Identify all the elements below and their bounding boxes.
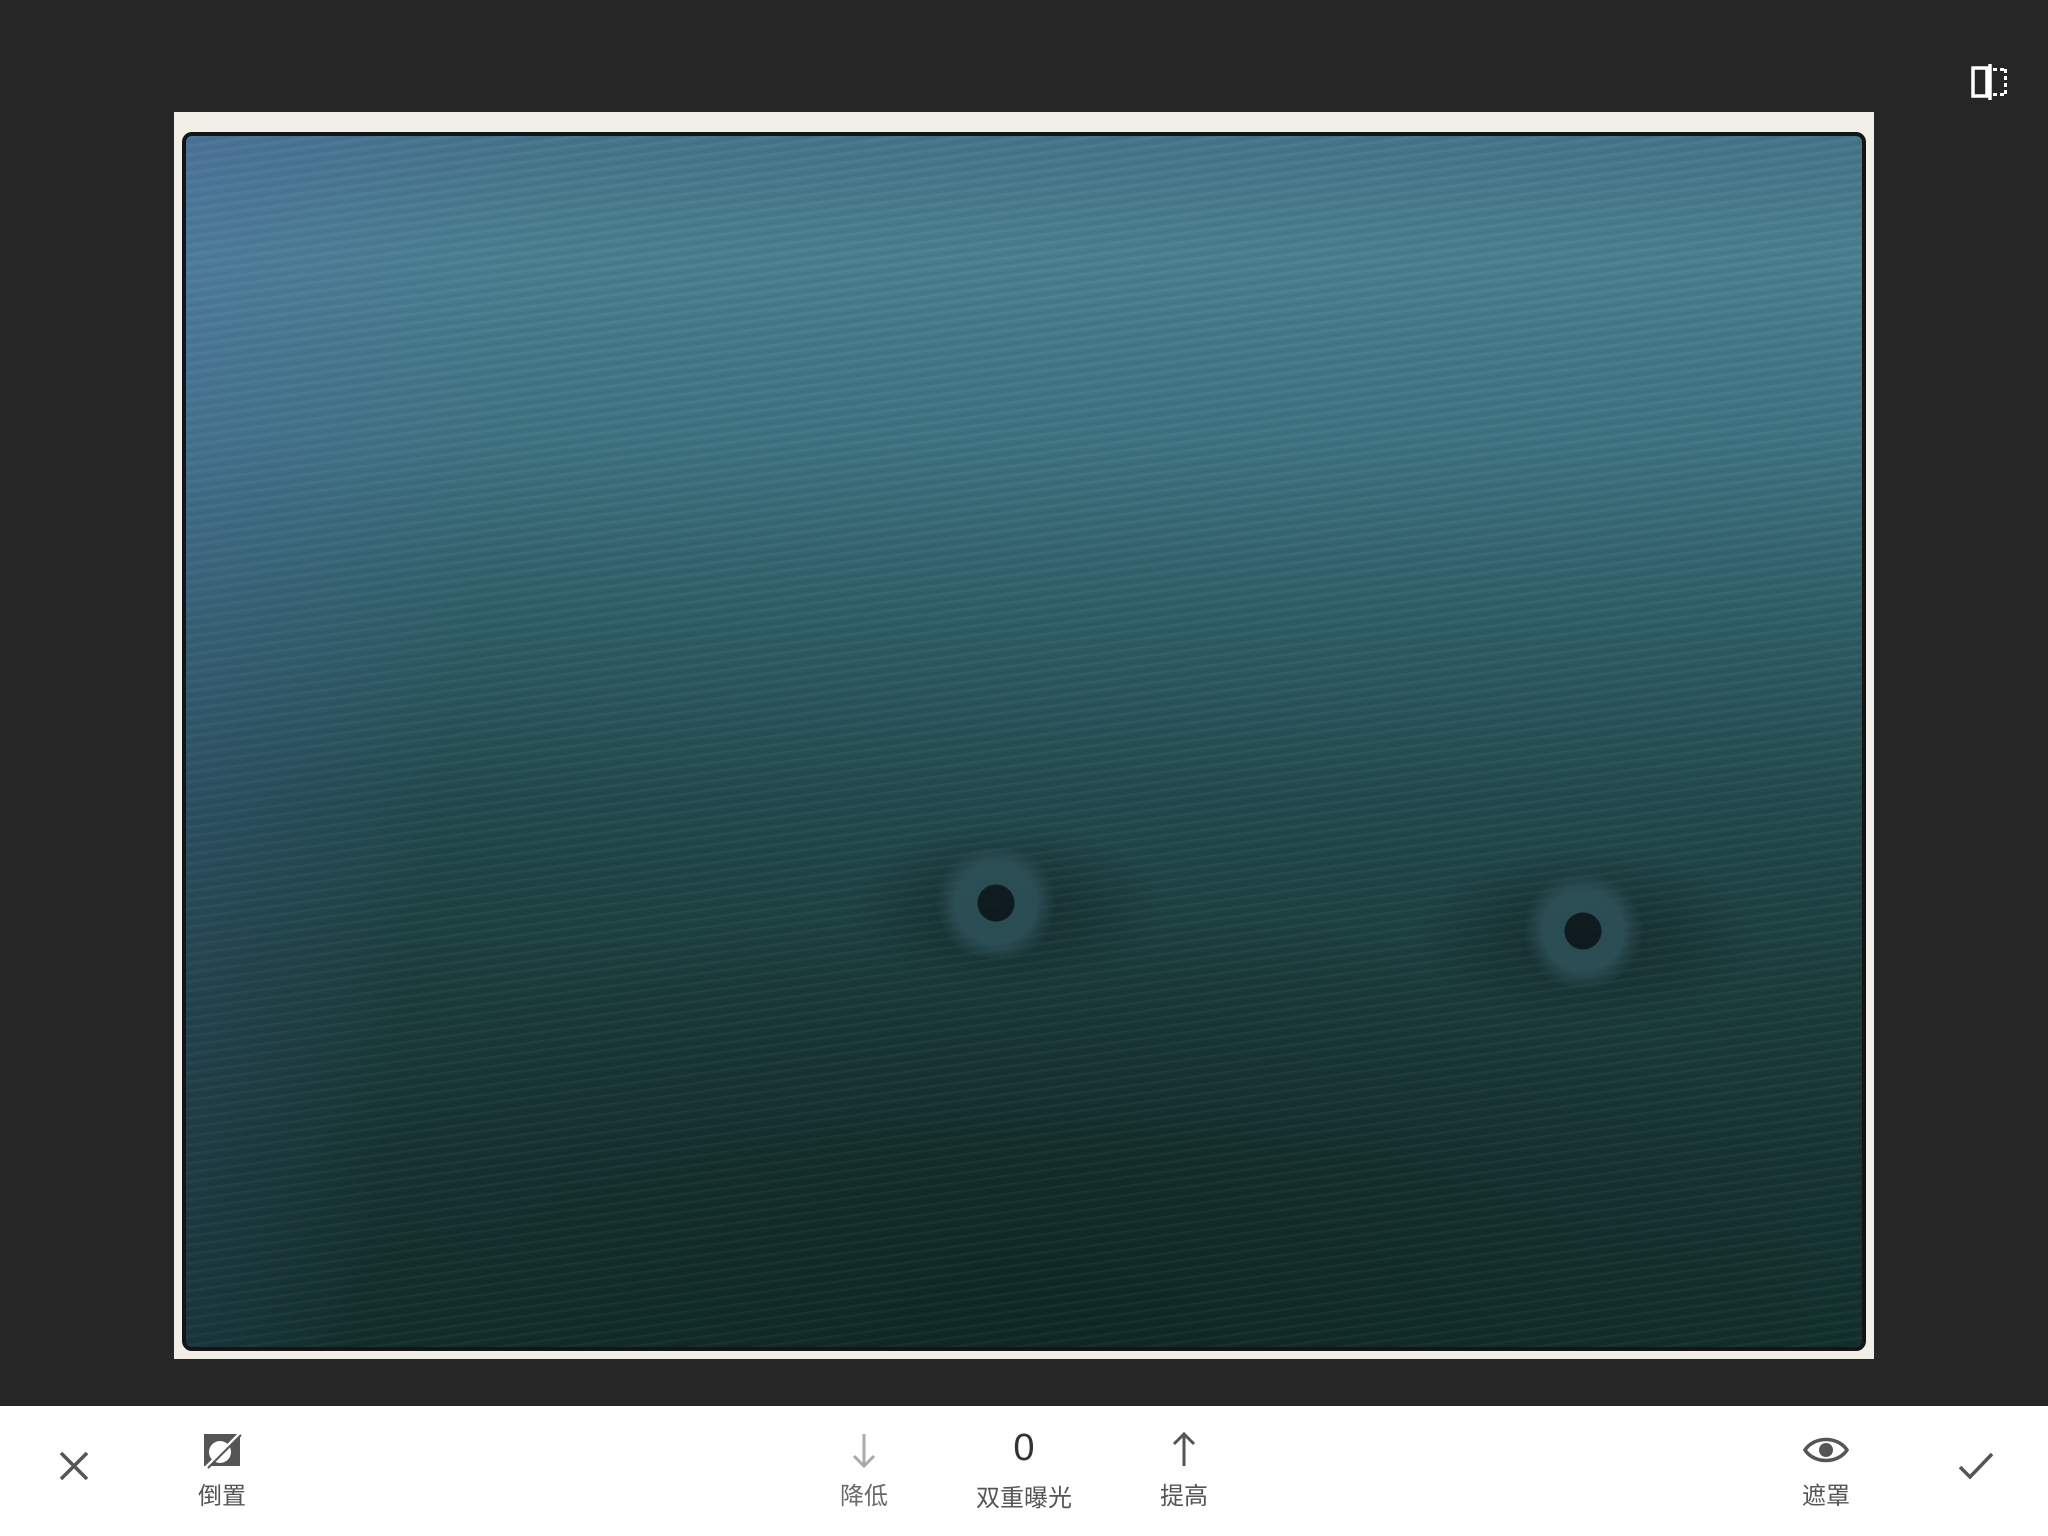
increase-button[interactable]: 提高: [1144, 1428, 1224, 1511]
apply-button[interactable]: [1952, 1448, 2000, 1484]
mask-button[interactable]: 遮罩: [1786, 1428, 1866, 1511]
decrease-button[interactable]: 降低: [824, 1428, 904, 1511]
photo-canvas[interactable]: [174, 112, 1874, 1359]
tool-name-label: 双重曝光: [976, 1484, 1072, 1512]
eye-icon: [1802, 1437, 1850, 1463]
double-exposure-photo: [182, 132, 1866, 1351]
arrow-up-icon: [1172, 1431, 1196, 1466]
cancel-button[interactable]: [50, 1448, 98, 1484]
compare-icon: [1971, 64, 2007, 100]
photo-editor: 倒置 降低 0 双重曝光 提高 遮罩: [0, 0, 2048, 1536]
close-icon: [59, 1451, 89, 1481]
invert-label: 倒置: [198, 1482, 246, 1510]
arrow-down-icon: [852, 1434, 876, 1469]
invert-icon: [204, 1432, 242, 1470]
mask-label: 遮罩: [1802, 1482, 1850, 1510]
value-display: 0: [1013, 1427, 1035, 1469]
right-eye: [1508, 871, 1658, 991]
adjustment-value: 0 双重曝光: [954, 1426, 1094, 1513]
decrease-label: 降低: [840, 1482, 888, 1510]
increase-label: 提高: [1160, 1482, 1208, 1510]
invert-button[interactable]: 倒置: [182, 1428, 262, 1511]
left-eye: [926, 848, 1066, 958]
bottom-toolbar: 倒置 降低 0 双重曝光 提高 遮罩: [0, 1406, 2048, 1536]
compare-button[interactable]: [1960, 52, 2020, 112]
checkmark-icon: [1958, 1452, 1994, 1480]
